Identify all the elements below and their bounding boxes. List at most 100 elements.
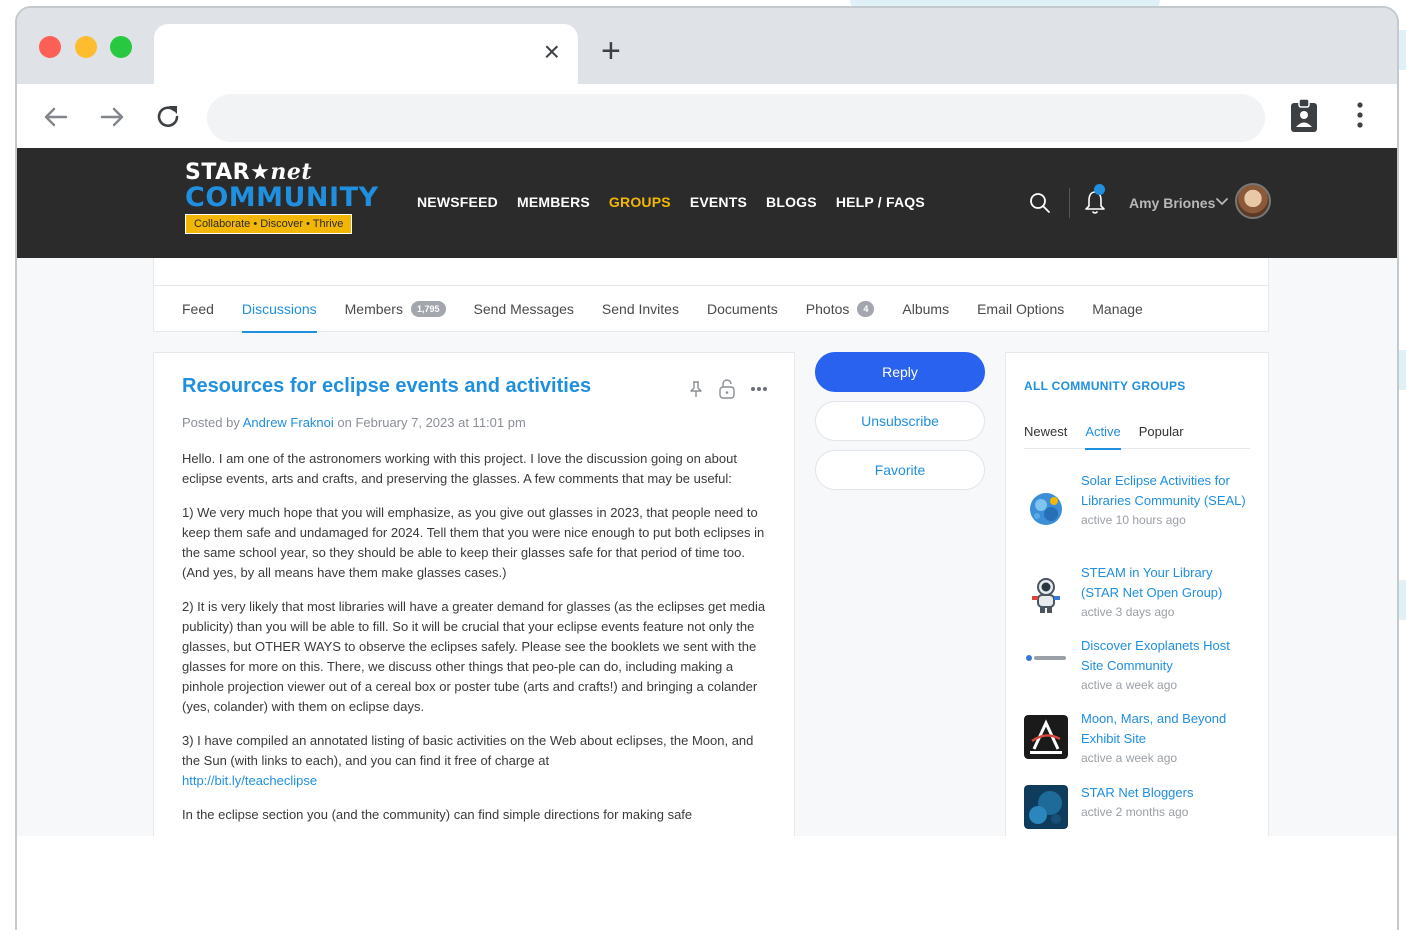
chevron-down-icon[interactable]	[1215, 194, 1229, 208]
group-text: STEAM in Your Library (STAR Net Open Gro…	[1081, 563, 1251, 622]
new-tab-icon[interactable]: +	[601, 34, 621, 68]
subnav-label: Feed	[182, 300, 214, 317]
subnav-manage[interactable]: Manage	[1092, 286, 1143, 332]
group-name-link[interactable]: STEAM in Your Library (STAR Net Open Gro…	[1081, 563, 1251, 603]
group-activity: active 10 hours ago	[1081, 513, 1186, 527]
group-text: Discover Exoplanets Host Site Community …	[1081, 636, 1251, 695]
subnav-label: Email Options	[977, 300, 1065, 317]
community-groups-widget: ALL COMMUNITY GROUPS Newest Active Popul…	[1005, 352, 1269, 836]
subnav-label: Documents	[706, 300, 778, 317]
header-divider	[1069, 188, 1070, 218]
subnav-email-options[interactable]: Email Options	[977, 286, 1064, 332]
minimize-window-button[interactable]	[75, 36, 97, 58]
subnav-label: Send Messages	[473, 300, 574, 317]
logo-tagline: Collaborate • Discover • Thrive	[185, 214, 353, 234]
unsubscribe-button[interactable]: Unsubscribe	[815, 401, 985, 441]
nav-help-faqs[interactable]: HELP / FAQS	[836, 194, 925, 210]
subnav-photos[interactable]: Photos 4	[806, 286, 875, 332]
group-text: Solar Eclipse Activities for Libraries C…	[1081, 471, 1251, 530]
nav-members[interactable]: MEMBERS	[517, 194, 590, 210]
reload-icon[interactable]	[153, 102, 183, 132]
post-paragraph-text: 3) I have compiled an annotated listing …	[182, 733, 754, 768]
logo-community-text: COMMUNITY	[185, 182, 379, 213]
close-window-button[interactable]	[39, 36, 61, 58]
tab-newest[interactable]: Newest	[1024, 415, 1067, 449]
post-title: Resources for eclipse events and activit…	[182, 375, 592, 397]
group-name-link[interactable]: Solar Eclipse Activities for Libraries C…	[1081, 471, 1251, 511]
subnav-label: Photos	[805, 300, 850, 317]
group-activity: active a week ago	[1081, 751, 1178, 765]
tab-active[interactable]: Active	[1085, 415, 1122, 450]
address-bar[interactable]	[207, 94, 1265, 142]
nav-groups[interactable]: GROUPS	[609, 194, 671, 210]
maximize-window-button[interactable]	[110, 36, 132, 58]
group-activity: active a week ago	[1081, 678, 1178, 692]
group-name-link[interactable]: Moon, Mars, and Beyond Exhibit Site	[1081, 709, 1251, 749]
browser-window: × + STAR★net COMMUNITY Collaborate • Dis…	[15, 6, 1399, 930]
members-count-badge: 1,795	[410, 300, 446, 317]
favorite-button[interactable]: Favorite	[815, 450, 985, 490]
user-name[interactable]: Amy Briones	[1129, 195, 1215, 211]
discussion-actions: Reply Unsubscribe Favorite	[815, 352, 985, 499]
search-icon[interactable]	[1029, 192, 1051, 214]
clipboard-profile-icon[interactable]	[1289, 98, 1319, 134]
site-header: STAR★net COMMUNITY Collaborate • Discove…	[17, 148, 1397, 258]
tab-popular[interactable]: Popular	[1139, 415, 1184, 449]
subnav-send-invites[interactable]: Send Invites	[602, 286, 679, 332]
browser-tab[interactable]: ×	[154, 24, 578, 86]
subnav-send-messages[interactable]: Send Messages	[474, 286, 574, 332]
nav-newsfeed[interactable]: NEWSFEED	[417, 194, 498, 210]
groups-filter-tabs: Newest Active Popular	[1024, 415, 1250, 450]
discussion-post: Resources for eclipse events and activit…	[153, 352, 795, 836]
post-author-link[interactable]: Andrew Fraknoi	[243, 415, 334, 430]
reply-button[interactable]: Reply	[815, 352, 985, 392]
group-text: Moon, Mars, and Beyond Exhibit Site acti…	[1081, 709, 1251, 768]
post-paragraph: In the eclipse section you (and the comm…	[182, 807, 693, 822]
pin-icon[interactable]	[688, 380, 704, 398]
subnav-label: Discussions	[241, 300, 317, 317]
browser-menu-icon[interactable]	[1355, 100, 1365, 130]
post-date: on February 7, 2023 at 11:01 pm	[337, 415, 526, 430]
group-name-link[interactable]: STAR Net Bloggers	[1081, 783, 1251, 803]
bloggers-thumb-icon	[1024, 785, 1068, 829]
group-subnav: Feed Discussions Members 1,795 Send Messa…	[153, 286, 1269, 333]
meta-prefix: Posted by	[182, 415, 240, 430]
group-name-link[interactable]: Discover Exoplanets Host Site Community	[1081, 636, 1251, 676]
tab-strip: × +	[17, 8, 1397, 86]
subnav-members[interactable]: Members 1,795	[345, 286, 446, 332]
post-meta: Posted by Andrew Fraknoi on February 7, …	[182, 415, 526, 430]
user-avatar[interactable]	[1235, 183, 1271, 219]
nav-events[interactable]: EVENTS	[690, 194, 747, 210]
forward-arrow-icon[interactable]	[97, 102, 127, 132]
starnet-logo[interactable]: STAR★net COMMUNITY Collaborate • Discove…	[185, 160, 379, 240]
group-activity: active 2 months ago	[1081, 805, 1189, 819]
nav-blogs[interactable]: BLOGS	[766, 194, 817, 210]
discover-logo-icon	[1024, 652, 1068, 664]
post-paragraph: 1) We very much hope that you will empha…	[182, 505, 765, 580]
group-text: STAR Net Bloggers active 2 months ago	[1081, 783, 1251, 822]
main-navigation: NEWSFEED MEMBERS GROUPS EVENTS BLOGS HEL…	[417, 194, 925, 210]
post-body: Hello. I am one of the astronomers worki…	[182, 449, 772, 836]
artemis-logo-icon	[1024, 715, 1068, 759]
subnav-label: Send Invites	[601, 300, 679, 317]
post-actions	[688, 379, 768, 399]
notification-badge	[1094, 184, 1105, 195]
astronaut-icon	[1032, 578, 1060, 613]
page-content: Feed Discussions Members 1,795 Send Messa…	[17, 258, 1397, 836]
post-paragraph: 3) I have compiled an annotated listing …	[182, 731, 772, 791]
subnav-documents[interactable]: Documents	[707, 286, 778, 332]
subnav-label: Manage	[1092, 300, 1143, 317]
teacheclipse-link[interactable]: http://bit.ly/teacheclipse	[182, 773, 317, 788]
post-paragraph: Hello. I am one of the astronomers worki…	[182, 451, 737, 486]
widget-title[interactable]: ALL COMMUNITY GROUPS	[1024, 379, 1186, 393]
photos-count-badge: 4	[857, 300, 875, 317]
group-cover-area	[153, 258, 1269, 286]
unlock-icon[interactable]	[718, 379, 736, 399]
tab-close-icon[interactable]: ×	[544, 38, 560, 66]
back-arrow-icon[interactable]	[41, 102, 71, 132]
subnav-discussions[interactable]: Discussions	[241, 286, 317, 333]
subnav-albums[interactable]: Albums	[902, 286, 949, 332]
group-activity: active 3 days ago	[1081, 605, 1175, 619]
subnav-feed[interactable]: Feed	[182, 286, 214, 332]
more-options-icon[interactable]	[750, 386, 768, 392]
